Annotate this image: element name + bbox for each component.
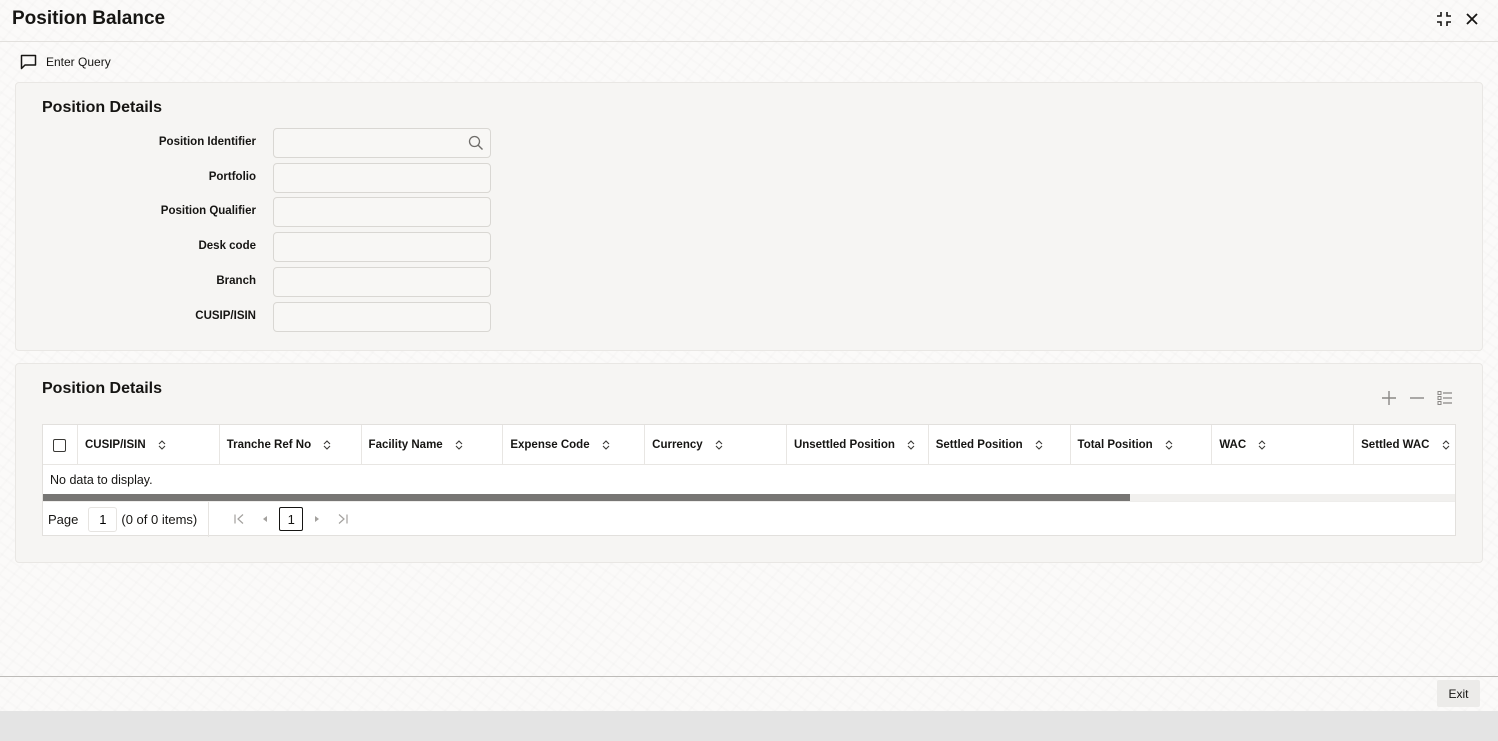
table-header: CUSIP/ISIN Tranche Ref No Facility Name …: [43, 425, 1455, 465]
last-page-icon: [338, 514, 348, 524]
field-portfolio: Portfolio: [16, 163, 496, 193]
position-qualifier-input[interactable]: [273, 197, 491, 227]
grid-panel-title: Position Details: [42, 380, 163, 397]
items-count: (0 of 0 items): [121, 501, 210, 537]
column-header-facility-name[interactable]: Facility Name: [362, 425, 504, 465]
footer-divider: [0, 676, 1498, 677]
sort-icon: [158, 440, 166, 450]
last-page-button[interactable]: [333, 509, 353, 529]
previous-page-icon: [263, 516, 268, 522]
column-header-wac[interactable]: WAC: [1212, 425, 1355, 465]
column-header-unsettled-position[interactable]: Unsettled Position: [787, 425, 929, 465]
exit-button[interactable]: Exit: [1437, 680, 1480, 707]
column-label: Expense Code: [510, 439, 590, 451]
sort-icon: [1442, 440, 1450, 450]
query-panel-title: Position Details: [42, 99, 163, 116]
position-identifier-input[interactable]: [273, 128, 491, 158]
add-row-button[interactable]: [1378, 387, 1400, 409]
column-header-total-position[interactable]: Total Position: [1071, 425, 1213, 465]
cusip-isin-label: CUSIP/ISIN: [195, 310, 256, 322]
grid-actions: [1372, 387, 1456, 409]
sort-icon: [907, 440, 915, 450]
enter-query-button[interactable]: Enter Query: [20, 52, 111, 72]
column-header-tranche-ref-no[interactable]: Tranche Ref No: [220, 425, 362, 465]
branch-input[interactable]: [273, 267, 491, 297]
select-all-cell: [43, 425, 78, 465]
column-label: Total Position: [1077, 439, 1153, 451]
status-bar: [0, 711, 1498, 741]
query-panel: Position Details Position Identifier Por…: [15, 82, 1483, 351]
horizontal-scrollbar[interactable]: [43, 494, 1455, 501]
scrollbar-thumb[interactable]: [43, 494, 1131, 501]
field-position-identifier: Position Identifier: [16, 128, 496, 158]
column-label: Unsettled Position: [793, 439, 895, 451]
current-page-button[interactable]: 1: [279, 507, 304, 531]
field-desk-code: Desk code: [16, 232, 496, 262]
sort-icon: [1035, 440, 1043, 450]
first-page-icon: [234, 514, 244, 524]
close-button[interactable]: [1462, 9, 1482, 29]
close-icon: [1466, 13, 1478, 25]
column-header-expense-code[interactable]: Expense Code: [503, 425, 646, 465]
column-list-icon: [1437, 391, 1452, 405]
remove-icon: [1410, 397, 1424, 399]
sort-icon: [1165, 440, 1173, 450]
column-header-settled-position[interactable]: Settled Position: [929, 425, 1071, 465]
sort-icon: [715, 440, 723, 450]
enter-query-label: Enter Query: [46, 55, 111, 69]
first-page-button[interactable]: [229, 509, 249, 529]
remove-row-button[interactable]: [1406, 387, 1428, 409]
portfolio-label: Portfolio: [208, 171, 256, 183]
grid-panel: Position Details CUSIP/ISIN Tranche Ref …: [15, 363, 1483, 563]
column-header-currency[interactable]: Currency: [645, 425, 787, 465]
sort-icon: [1258, 440, 1266, 450]
column-label: Settled Position: [935, 439, 1023, 451]
portfolio-input[interactable]: [273, 163, 491, 193]
field-branch: Branch: [16, 267, 496, 297]
column-label: Tranche Ref No: [226, 439, 312, 451]
select-all-checkbox[interactable]: [53, 438, 67, 452]
desk-code-input[interactable]: [273, 232, 491, 262]
next-page-button[interactable]: [307, 509, 327, 529]
chat-bubble-icon: [20, 54, 37, 70]
position-identifier-label: Position Identifier: [158, 136, 256, 148]
restore-button[interactable]: [1434, 9, 1454, 29]
column-header-cusip-isin[interactable]: CUSIP/ISIN: [78, 425, 220, 465]
compress-icon: [1437, 12, 1451, 26]
page-title: Position Balance: [12, 8, 166, 29]
column-label: CUSIP/ISIN: [84, 439, 146, 451]
page-label: Page: [48, 511, 79, 527]
pagination: Page (0 of 0 items) 1: [43, 501, 1455, 537]
field-cusip-isin: CUSIP/ISIN: [16, 302, 496, 332]
add-icon: [1382, 391, 1396, 405]
search-icon[interactable]: [468, 135, 484, 156]
empty-message: No data to display.: [50, 473, 153, 487]
position-qualifier-label: Position Qualifier: [160, 205, 256, 217]
next-page-icon: [315, 516, 320, 522]
column-label: Facility Name: [368, 439, 443, 451]
column-header-settled-wac[interactable]: Settled WAC: [1354, 425, 1455, 465]
sort-icon: [602, 440, 610, 450]
column-list-button[interactable]: [1434, 387, 1456, 409]
sort-icon: [455, 440, 463, 450]
desk-code-label: Desk code: [198, 240, 256, 252]
previous-page-button[interactable]: [255, 509, 275, 529]
column-label: Settled WAC: [1361, 439, 1430, 451]
sort-icon: [323, 440, 331, 450]
field-position-qualifier: Position Qualifier: [16, 197, 496, 227]
position-table: CUSIP/ISIN Tranche Ref No Facility Name …: [42, 424, 1456, 537]
cusip-isin-input[interactable]: [273, 302, 491, 332]
branch-label: Branch: [216, 275, 256, 287]
window-header: Position Balance: [0, 0, 1498, 42]
page-number-input[interactable]: [88, 506, 118, 532]
column-label: WAC: [1219, 439, 1247, 451]
column-label: Currency: [652, 439, 703, 451]
